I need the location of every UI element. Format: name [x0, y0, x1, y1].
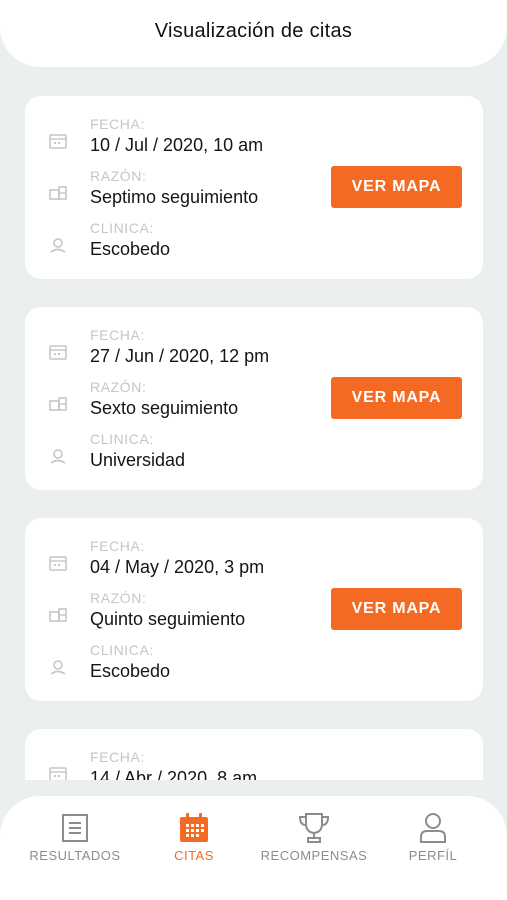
date-value: 27 / Jun / 2020, 12 pm	[90, 346, 270, 366]
tab-resultados[interactable]: RESULTADOS	[28, 796, 122, 900]
clinic-label: CLINICA:	[90, 431, 154, 447]
header-bar: Visualización de citas	[0, 0, 507, 67]
date-label: FECHA:	[90, 327, 145, 343]
date-value: 10 / Jul / 2020, 10 am	[90, 135, 264, 155]
date-value: 04 / May / 2020, 3 pm	[90, 557, 265, 577]
date-row: FECHA: 04 / May / 2020, 3 pm	[25, 538, 345, 590]
clinic-row: CLINICA: Escobedo	[25, 220, 345, 272]
bottom-tab-bar: RESULTADOS CITAS RECOMPENSAS PERFÍL	[0, 796, 507, 900]
date-row: FECHA: 10 / Jul / 2020, 10 am	[25, 116, 345, 168]
view-map-button[interactable]: VER MAPA	[331, 377, 462, 419]
reason-label: RAZÓN:	[90, 168, 147, 184]
reason-icon	[47, 182, 69, 204]
view-map-button[interactable]: VER MAPA	[331, 588, 462, 630]
reason-label: RAZÓN:	[90, 590, 147, 606]
reason-row: RAZÓN: Quinto seguimiento	[25, 590, 345, 642]
date-row: FECHA: 14 / Abr / 2020, 8 am	[25, 749, 345, 780]
tab-label: RESULTADOS	[29, 848, 121, 863]
location-pin-icon	[47, 234, 69, 256]
date-value: 14 / Abr / 2020, 8 am	[90, 768, 258, 780]
view-map-button[interactable]: VER MAPA	[331, 166, 462, 208]
date-label: FECHA:	[90, 116, 145, 132]
clinic-label: CLINICA:	[90, 642, 154, 658]
tab-perfil[interactable]: PERFÍL	[398, 796, 468, 900]
reason-icon	[47, 604, 69, 626]
list-document-icon	[57, 810, 93, 846]
calendar-icon	[176, 810, 212, 846]
location-pin-icon	[47, 445, 69, 467]
clinic-value: Universidad	[90, 450, 186, 470]
appointment-card: FECHA: 10 / Jul / 2020, 10 am RAZÓN: Sep…	[25, 96, 483, 279]
reason-row: RAZÓN: Sexto seguimiento	[25, 379, 345, 431]
reason-value: Septimo seguimiento	[90, 187, 259, 207]
tab-label: RECOMPENSAS	[260, 848, 368, 863]
date-row: FECHA: 27 / Jun / 2020, 12 pm	[25, 327, 345, 379]
appointment-card: FECHA: 14 / Abr / 2020, 8 am	[25, 729, 483, 780]
tab-label: PERFÍL	[408, 848, 458, 863]
trophy-icon	[296, 810, 332, 846]
calendar-icon	[47, 763, 69, 780]
tab-citas[interactable]: CITAS	[162, 796, 226, 900]
reason-label: RAZÓN:	[90, 379, 147, 395]
tab-label: CITAS	[174, 848, 214, 863]
clinic-label: CLINICA:	[90, 220, 154, 236]
date-label: FECHA:	[90, 749, 145, 765]
clinic-value: Escobedo	[90, 239, 171, 259]
user-icon	[415, 810, 451, 846]
appointment-card: FECHA: 04 / May / 2020, 3 pm RAZÓN: Quin…	[25, 518, 483, 701]
reason-icon	[47, 393, 69, 415]
appointments-list[interactable]: FECHA: 10 / Jul / 2020, 10 am RAZÓN: Sep…	[0, 67, 507, 780]
clinic-row: CLINICA: Universidad	[25, 431, 345, 483]
appointment-card: FECHA: 27 / Jun / 2020, 12 pm RAZÓN: Sex…	[25, 307, 483, 490]
clinic-value: Escobedo	[90, 661, 171, 681]
clinic-row: CLINICA: Escobedo	[25, 642, 345, 694]
date-label: FECHA:	[90, 538, 145, 554]
calendar-icon	[47, 130, 69, 152]
page-title: Visualización de citas	[154, 20, 353, 42]
calendar-icon	[47, 341, 69, 363]
location-pin-icon	[47, 656, 69, 678]
reason-value: Sexto seguimiento	[90, 398, 239, 418]
tab-recompensas[interactable]: RECOMPENSAS	[258, 796, 370, 900]
reason-row: RAZÓN: Septimo seguimiento	[25, 168, 345, 220]
calendar-icon	[47, 552, 69, 574]
reason-value: Quinto seguimiento	[90, 609, 246, 629]
